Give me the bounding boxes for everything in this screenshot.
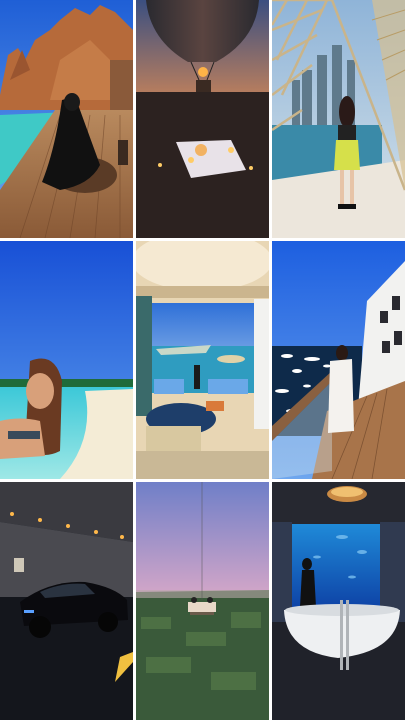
desert-pool-deck-photo[interactable] (0, 0, 133, 238)
palm-island-suite-photo[interactable] (136, 241, 269, 479)
suspended-dining-sky-photo[interactable] (136, 482, 269, 720)
photo-collage-grid (0, 0, 405, 720)
hot-air-balloon-dinner-photo[interactable] (136, 0, 269, 238)
tunnel-black-car-photo[interactable] (0, 482, 133, 720)
ship-deck-icebergs-photo[interactable] (272, 241, 405, 479)
glass-skyscraper-window-photo[interactable] (272, 0, 405, 238)
underwater-suite-bathtub-photo[interactable] (272, 482, 405, 720)
tropical-beach-photo[interactable] (0, 241, 133, 479)
